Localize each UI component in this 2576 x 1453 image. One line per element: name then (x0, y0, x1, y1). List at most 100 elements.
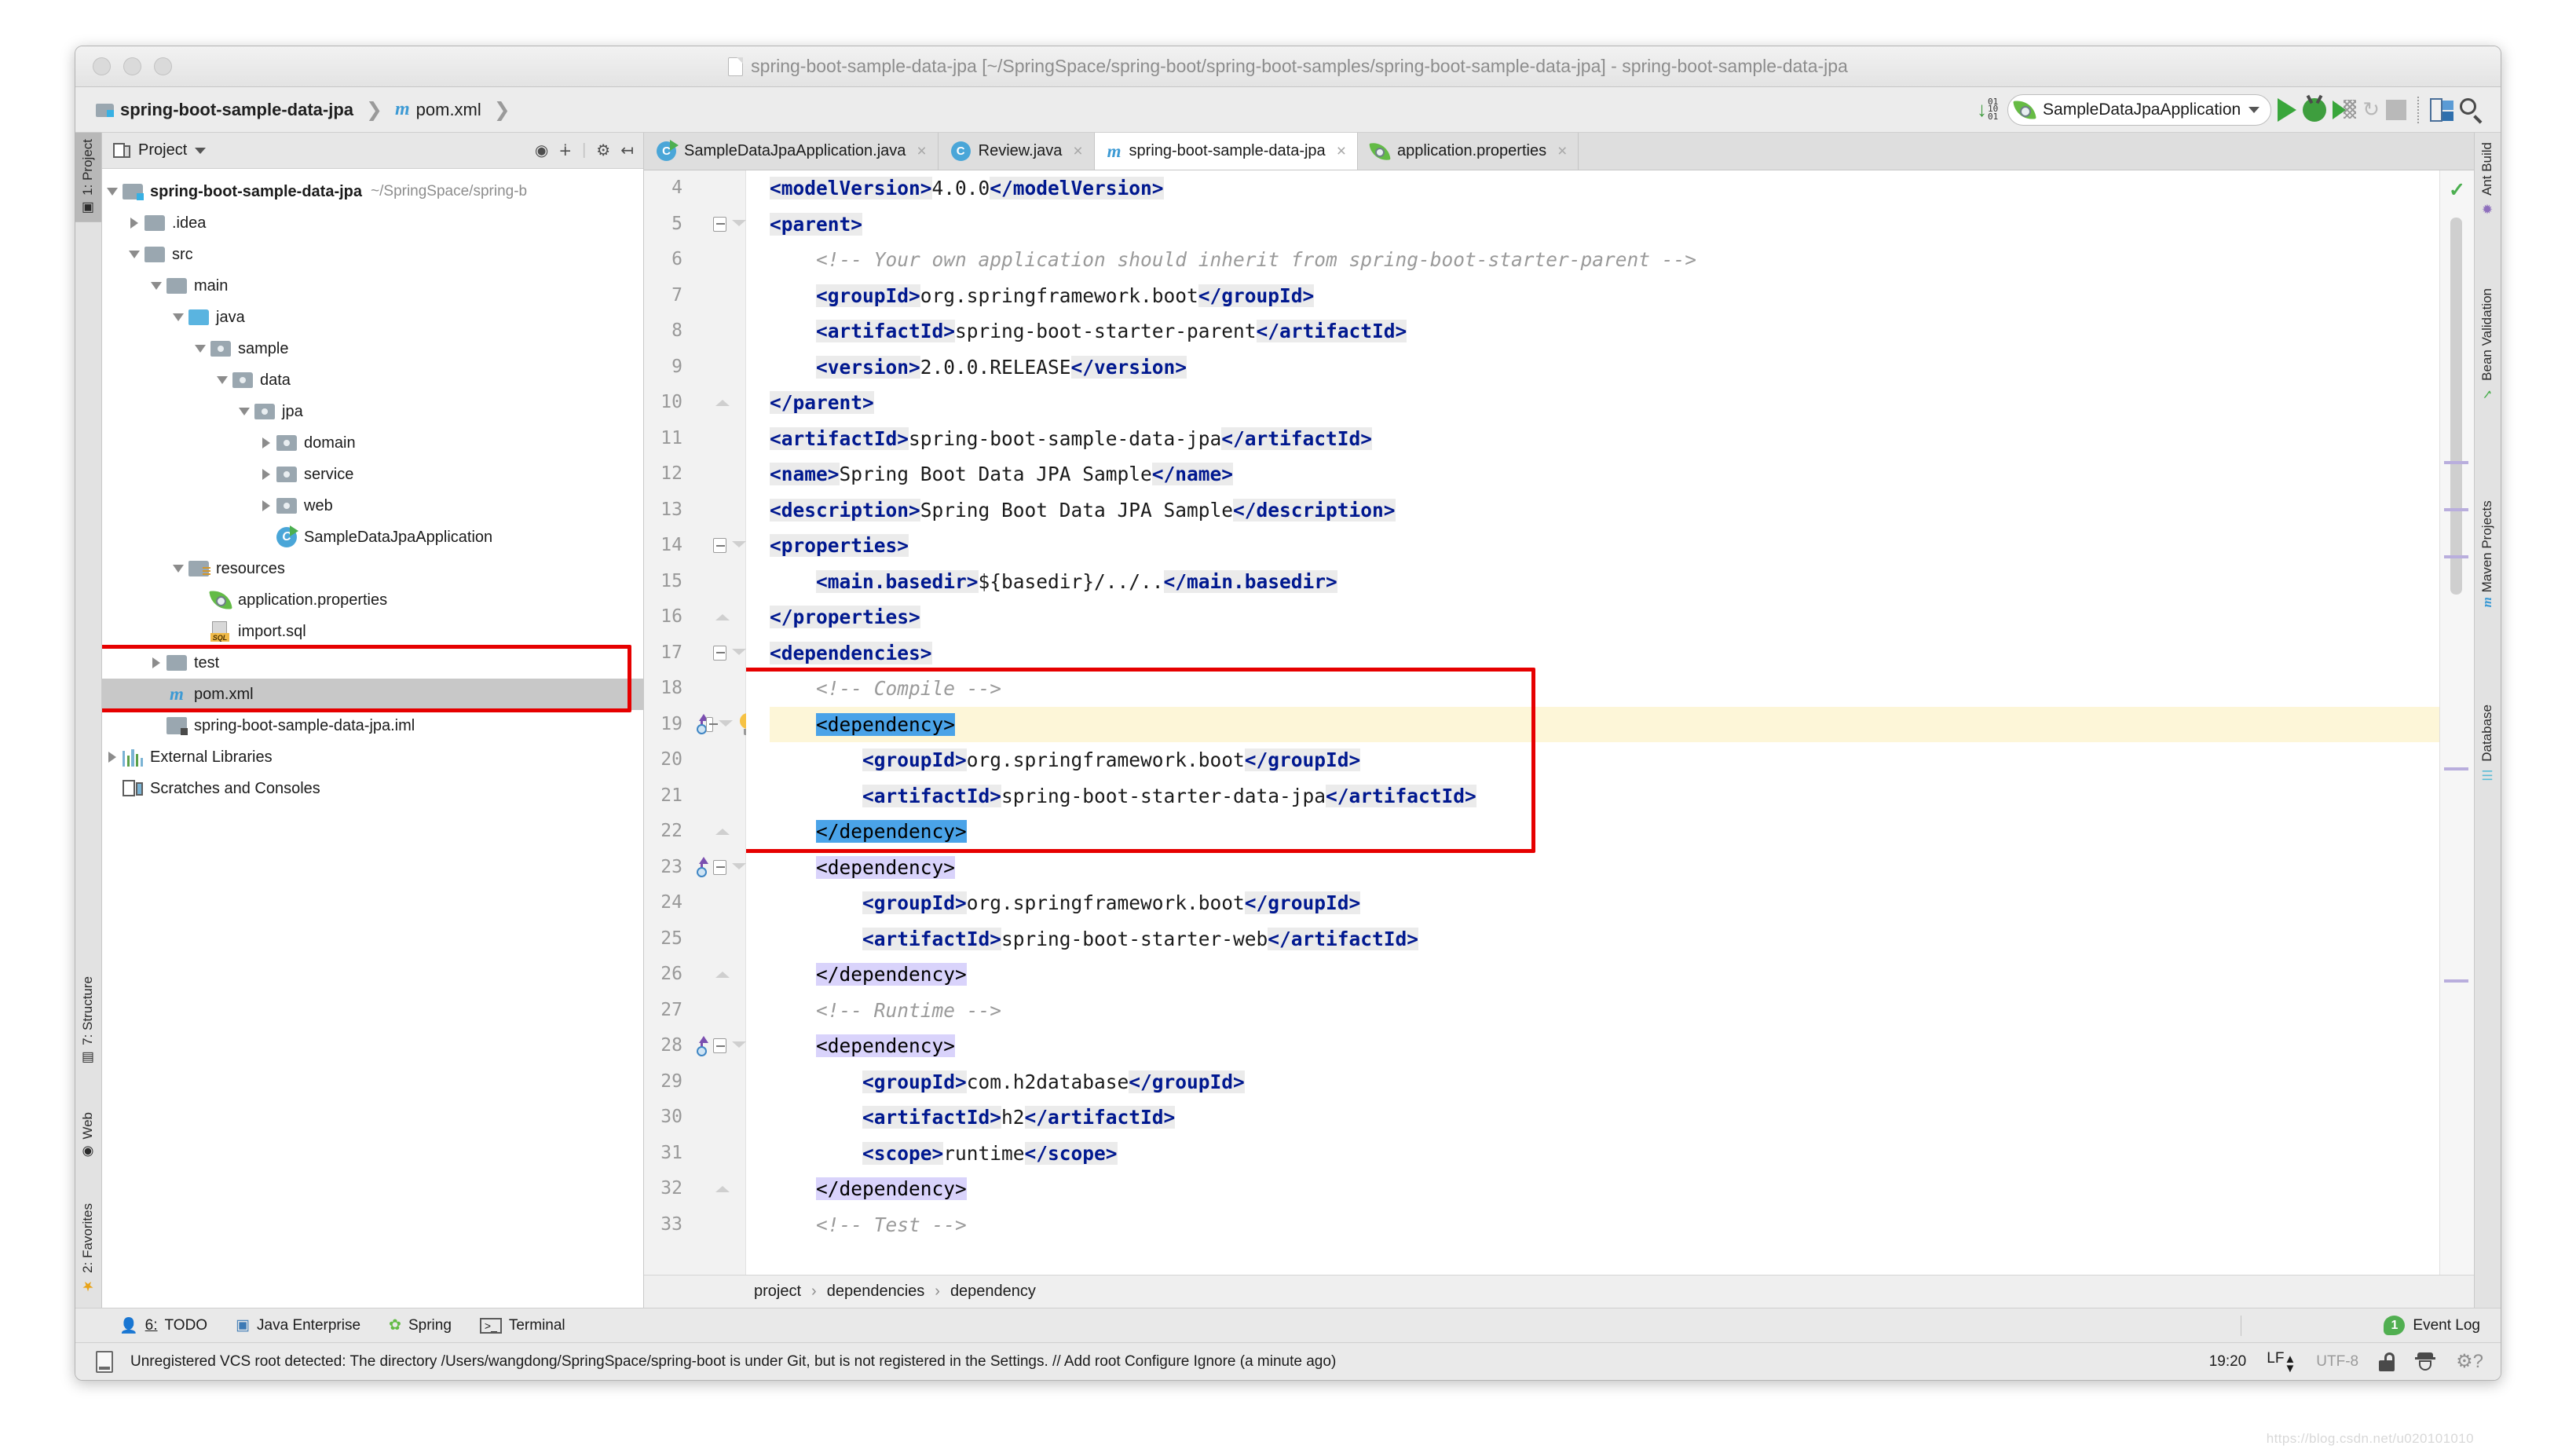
tree-node-spring-boot-sample-data-jpa-iml[interactable]: spring-boot-sample-data-jpa.iml (102, 710, 643, 741)
gutter-row[interactable] (693, 742, 746, 778)
gutter-row[interactable] (693, 778, 746, 814)
code-line[interactable]: <groupId>org.springframework.boot</group… (770, 278, 2439, 314)
tree-node-jpa[interactable]: jpa (102, 396, 643, 427)
code-line[interactable]: <!-- Runtime --> (770, 993, 2439, 1029)
tree-toggle[interactable] (256, 469, 276, 480)
tool-window-terminal[interactable]: >_ Terminal (479, 1317, 565, 1334)
fold-cap-icon[interactable] (715, 399, 730, 406)
tree-node-external-libraries[interactable]: External Libraries (102, 741, 643, 773)
tree-toggle[interactable] (168, 565, 188, 573)
tree-toggle[interactable] (212, 376, 232, 384)
gutter-row[interactable] (693, 242, 746, 278)
stop-button[interactable] (2386, 93, 2406, 127)
tree-node-src[interactable]: src (102, 239, 643, 270)
settings-gear-icon[interactable]: ⚙ (596, 141, 610, 160)
code-line[interactable]: </dependency> (770, 957, 2439, 993)
tree-node-service[interactable]: service (102, 459, 643, 490)
stripe-marker[interactable] (2444, 461, 2468, 464)
tree-toggle[interactable] (102, 752, 123, 763)
code-line[interactable]: <modelVersion>4.0.0</modelVersion> (770, 170, 2439, 207)
code-line[interactable]: </dependency> (770, 1171, 2439, 1207)
code-line[interactable]: <!-- Your own application should inherit… (770, 242, 2439, 278)
code-line[interactable]: <version>2.0.0.RELEASE</version> (770, 350, 2439, 386)
gutter-row[interactable] (693, 350, 746, 386)
sidebar-item-bean-validation[interactable]: ✓ Bean Validation (2474, 282, 2501, 408)
tree-node-web[interactable]: web (102, 490, 643, 522)
code-line[interactable]: <groupId>com.h2database</groupId> (770, 1064, 2439, 1100)
code-line[interactable]: <scope>runtime</scope> (770, 1136, 2439, 1172)
gutter-row[interactable] (693, 564, 746, 600)
download-sources-button[interactable]: ↓ 01 10 01 (1976, 93, 2001, 127)
tree-node-main[interactable]: main (102, 270, 643, 302)
gutter-row[interactable] (693, 528, 746, 564)
close-icon[interactable]: × (1073, 142, 1082, 161)
override-marker-icon[interactable] (694, 714, 708, 735)
fold-cap-icon[interactable] (715, 1185, 730, 1192)
stripe-marker[interactable] (2444, 508, 2468, 511)
tree-node-pom-xml[interactable]: m pom.xml (102, 679, 643, 710)
fold-cap-icon[interactable] (715, 828, 730, 835)
code-line[interactable]: <dependency> (770, 1028, 2439, 1064)
gutter-row[interactable] (693, 1171, 746, 1207)
code-line[interactable]: <artifactId>spring-boot-sample-data-jpa<… (770, 421, 2439, 457)
debug-button[interactable] (2303, 93, 2327, 127)
gutter-row[interactable] (693, 1100, 746, 1136)
layout-button[interactable] (2430, 93, 2453, 127)
tree-toggle[interactable] (234, 408, 254, 415)
run-configuration-selector[interactable]: SampleDataJpaApplication (2007, 93, 2272, 126)
editor-tab-application-properties[interactable]: application.properties × (1358, 133, 1579, 170)
search-everywhere-button[interactable] (2460, 93, 2483, 127)
gutter-row[interactable] (693, 456, 746, 492)
sidebar-item-database[interactable]: ☰ Database (2474, 698, 2501, 789)
tree-toggle[interactable] (190, 345, 210, 353)
rerun-button[interactable]: ↻ (2362, 93, 2380, 127)
breadcrumb-project[interactable]: spring-boot-sample-data-jpa (120, 100, 353, 120)
editor-tab-sampledatajpaapplication-java[interactable]: C SampleDataJpaApplication.java × (644, 133, 939, 170)
gutter-row[interactable] (693, 707, 756, 743)
encoding-selector[interactable]: UTF-8 (2316, 1353, 2358, 1371)
code-line[interactable]: <dependencies> (770, 635, 2439, 672)
tool-window-todo[interactable]: 👤 6: TODO (119, 1316, 207, 1335)
tree-toggle[interactable] (102, 188, 123, 196)
close-icon[interactable]: × (1337, 142, 1346, 161)
sidebar-item-favorites[interactable]: ★ 2: Favorites (75, 1197, 101, 1300)
intention-bulb-icon[interactable] (738, 713, 756, 736)
override-marker-icon[interactable] (694, 857, 708, 878)
code-line[interactable]: </properties> (770, 599, 2439, 635)
code-line[interactable]: </dependency> (770, 814, 2439, 850)
gutter-row[interactable] (693, 850, 746, 886)
gear-question-icon[interactable]: ⚙? (2456, 1350, 2483, 1373)
error-stripe[interactable]: ✓ (2439, 170, 2474, 1275)
code-line[interactable]: <!-- Compile --> (770, 671, 2439, 707)
sidebar-item-project[interactable]: ▣ 1: Project (75, 133, 101, 222)
tree-toggle[interactable] (146, 657, 166, 668)
tree-node-resources[interactable]: resources (102, 553, 643, 584)
code-line[interactable]: <name>Spring Boot Data JPA Sample</name> (770, 456, 2439, 492)
tree-node-java[interactable]: java (102, 302, 643, 333)
gutter-row[interactable] (693, 1207, 746, 1243)
tool-window-spring[interactable]: ✿ Spring (389, 1316, 452, 1334)
code-line[interactable]: <description>Spring Boot Data JPA Sample… (770, 492, 2439, 529)
override-marker-icon[interactable] (694, 1035, 708, 1056)
run-button[interactable] (2278, 93, 2297, 127)
code-area[interactable]: <modelVersion>4.0.0</modelVersion> <paren… (746, 170, 2439, 1275)
lock-icon[interactable] (2379, 1352, 2395, 1371)
close-icon[interactable]: × (1557, 142, 1567, 161)
sidebar-item-structure[interactable]: ▤ 7: Structure (75, 970, 101, 1072)
line-separator-selector[interactable]: LF▲ ▼ (2267, 1350, 2296, 1374)
tree-node-data[interactable]: data (102, 364, 643, 396)
fold-collapse-icon[interactable] (713, 645, 726, 661)
gutter-row[interactable] (693, 921, 746, 957)
tree-node-domain[interactable]: domain (102, 427, 643, 459)
editor-tab-review-java[interactable]: C Review.java × (939, 133, 1095, 170)
sidebar-item-web[interactable]: ◉ Web (75, 1106, 101, 1166)
gutter-row[interactable] (693, 170, 746, 207)
tree-node-scratches-and-consoles[interactable]: Scratches and Consoles (102, 773, 643, 804)
close-icon[interactable]: × (917, 142, 926, 161)
event-log-button[interactable]: 1 Event Log (2384, 1316, 2480, 1335)
stripe-marker[interactable] (2444, 555, 2468, 558)
editor-gutter[interactable]: 4 5 6 7 8 9 10 11 12 13 14 15 16 17 18 19 20 21 22 23 24 25 26… (644, 170, 756, 1275)
code-line[interactable]: <properties> (770, 528, 2439, 564)
locate-icon[interactable]: ◉ (535, 141, 548, 160)
gutter-row[interactable] (693, 599, 746, 635)
